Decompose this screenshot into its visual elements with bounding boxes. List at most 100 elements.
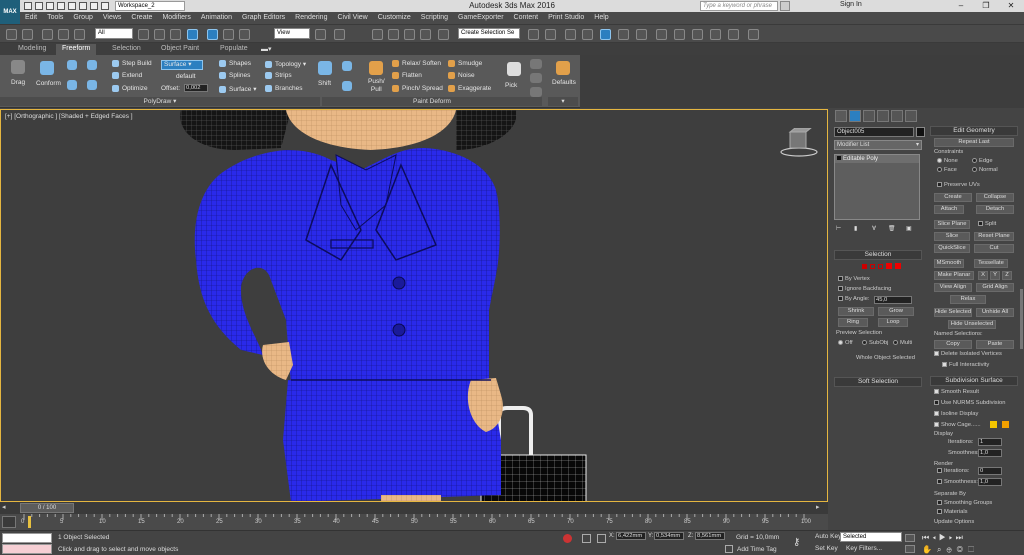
redo-icon[interactable] [22, 29, 33, 40]
vertex-icon[interactable] [862, 264, 867, 269]
tab-freeform[interactable]: Freeform [56, 44, 97, 55]
by-vertex-checkbox[interactable]: By Vertex [838, 276, 870, 282]
time-slider-thumb[interactable]: 0 / 100 [20, 503, 74, 513]
panel-scrollbar[interactable] [1020, 289, 1023, 349]
modifier-list-dropdown[interactable]: Modifier List ▾ [834, 140, 922, 150]
schematic-view-icon[interactable] [636, 29, 647, 40]
tab-selection[interactable]: Selection [112, 45, 141, 52]
open-file-icon[interactable] [35, 2, 43, 10]
extend-button[interactable]: Extend [112, 72, 142, 79]
constraint-none-radio[interactable]: None [937, 158, 958, 164]
optimize-button[interactable]: Optimize [112, 85, 148, 92]
conform-icon[interactable] [40, 61, 54, 75]
paint-option-icon[interactable] [530, 59, 542, 69]
configure-sets-icon[interactable]: ▣ [906, 226, 911, 232]
border-icon[interactable] [878, 264, 883, 269]
render-smoothness-checkbox[interactable]: Smoothness: [937, 479, 978, 485]
curve-editor-icon[interactable] [618, 29, 629, 40]
noise-button[interactable]: Noise [448, 72, 475, 79]
select-and-scale-icon[interactable] [239, 29, 250, 40]
spinner-snap-icon[interactable] [420, 29, 431, 40]
drag-icon[interactable] [11, 60, 25, 74]
pinch-spread-button[interactable]: Pinch/ Spread [392, 85, 443, 92]
snaps-toggle-icon[interactable] [372, 29, 383, 40]
hide-selected-button[interactable]: Hide Selected [934, 308, 972, 317]
y-coordinate-field[interactable]: 0,534mm [654, 532, 684, 540]
defaults-icon[interactable] [556, 61, 570, 75]
draw-on-surface-button[interactable]: Surface ▾ [161, 60, 203, 70]
pivot-center-icon[interactable] [315, 29, 326, 40]
polydraw-group-label[interactable]: PolyDraw ▾ [0, 97, 320, 106]
shift-scale-icon[interactable] [342, 81, 352, 91]
conform-brush-icon[interactable] [67, 60, 77, 70]
next-frame-icon[interactable]: ▸ [816, 503, 826, 513]
edit-geometry-rollout-header[interactable]: Edit Geometry [930, 126, 1018, 136]
render-smoothness-spinner[interactable]: 1,0 [978, 478, 1002, 486]
show-end-result-icon[interactable]: ▮ [854, 226, 857, 232]
render-setup-icon[interactable] [674, 29, 685, 40]
shift-icon[interactable] [318, 61, 332, 75]
constraint-normal-radio[interactable]: Normal [972, 167, 998, 173]
percent-snap-icon[interactable] [404, 29, 415, 40]
conform-pinch-icon[interactable] [87, 80, 97, 90]
preview-multi-radio[interactable]: Multi [893, 340, 912, 346]
default-in-out-tangent-icon[interactable] [905, 545, 915, 553]
maxscript-output[interactable] [2, 544, 52, 554]
menu-item[interactable]: Print Studio [548, 12, 584, 24]
menu-item[interactable]: Graph Editors [242, 12, 285, 24]
hide-unselected-button[interactable]: Hide Unselected [948, 320, 996, 329]
viewport-orthographic[interactable]: [+] [Orthographic ] [Shaded + Edged Face… [0, 109, 828, 502]
by-angle-checkbox[interactable]: By Angle: [838, 296, 870, 302]
x-coordinate-field[interactable]: 6,422mm [616, 532, 646, 540]
branches-button[interactable]: Branches [265, 85, 302, 92]
exaggerate-button[interactable]: Exaggerate [448, 85, 491, 92]
loop-button[interactable]: Loop [878, 318, 908, 327]
defaults-group-label[interactable]: ▾ [548, 97, 578, 106]
set-key-filter-icon[interactable] [905, 534, 915, 542]
pick-label[interactable]: Pick [505, 82, 517, 89]
strips-button[interactable]: Strips [265, 72, 292, 79]
render-iterative-icon[interactable] [728, 29, 739, 40]
relax-soften-button[interactable]: Relax/ Soften [392, 60, 441, 67]
planar-x-button[interactable]: X [978, 271, 988, 280]
pin-stack-icon[interactable]: ⊢ [836, 226, 841, 232]
attach-button[interactable]: Attach [934, 205, 964, 214]
tab-object-paint[interactable]: Object Paint [161, 45, 199, 52]
z-coordinate-field[interactable]: 8,561mm [695, 532, 725, 540]
paint-deform-group-label[interactable]: Paint Deform [322, 97, 542, 106]
playback-controls[interactable]: ⏮◂▶▸⏭ [922, 533, 1022, 543]
menu-item[interactable]: Animation [201, 12, 232, 24]
select-and-move-icon[interactable] [207, 29, 218, 40]
select-by-name-icon[interactable] [154, 29, 165, 40]
surface-button[interactable]: Surface ▾ [219, 85, 256, 93]
push-pull-icon[interactable] [369, 61, 383, 75]
menu-item[interactable]: Help [594, 12, 608, 24]
shift-rotate-icon[interactable] [342, 61, 352, 71]
flatten-button[interactable]: Flatten [392, 72, 422, 79]
menu-item[interactable]: Modifiers [162, 12, 190, 24]
selection-rollout-header[interactable]: Selection [834, 250, 922, 260]
align-icon[interactable] [545, 29, 556, 40]
soft-selection-rollout-header[interactable]: Soft Selection [834, 377, 922, 387]
conform-move-icon[interactable] [87, 60, 97, 70]
paste-button[interactable]: Paste [976, 340, 1014, 349]
edit-named-selection-icon[interactable] [438, 29, 449, 40]
set-key-button[interactable]: Set Key [815, 545, 838, 552]
time-slider[interactable]: ◂ 0 / 100 ▸ [0, 502, 828, 514]
cage-selected-color-swatch[interactable] [1002, 421, 1009, 428]
auto-key-button[interactable]: Auto Key [815, 533, 841, 540]
paint-option-icon[interactable] [530, 73, 542, 83]
menu-item[interactable]: Group [73, 12, 92, 24]
ribbon-toggle-icon[interactable] [600, 29, 611, 40]
grid-align-button[interactable]: Grid Align [976, 283, 1014, 292]
scene-explorer-icon[interactable] [565, 29, 576, 40]
shift-label[interactable]: Shift [318, 80, 331, 87]
project-folder-icon[interactable] [101, 2, 109, 10]
motion-tab-icon[interactable] [877, 110, 889, 122]
reference-coordinate-dropdown[interactable]: View [274, 28, 310, 39]
unlink-icon[interactable] [58, 29, 69, 40]
rendered-frame-icon[interactable] [692, 29, 703, 40]
grow-button[interactable]: Grow [878, 307, 914, 316]
trackbar[interactable]: 0 5 10 15 20 25 30 35 40 45 50 55 60 65 70 75 80 85 90 95 10… [0, 514, 828, 530]
display-tab-icon[interactable] [891, 110, 903, 122]
